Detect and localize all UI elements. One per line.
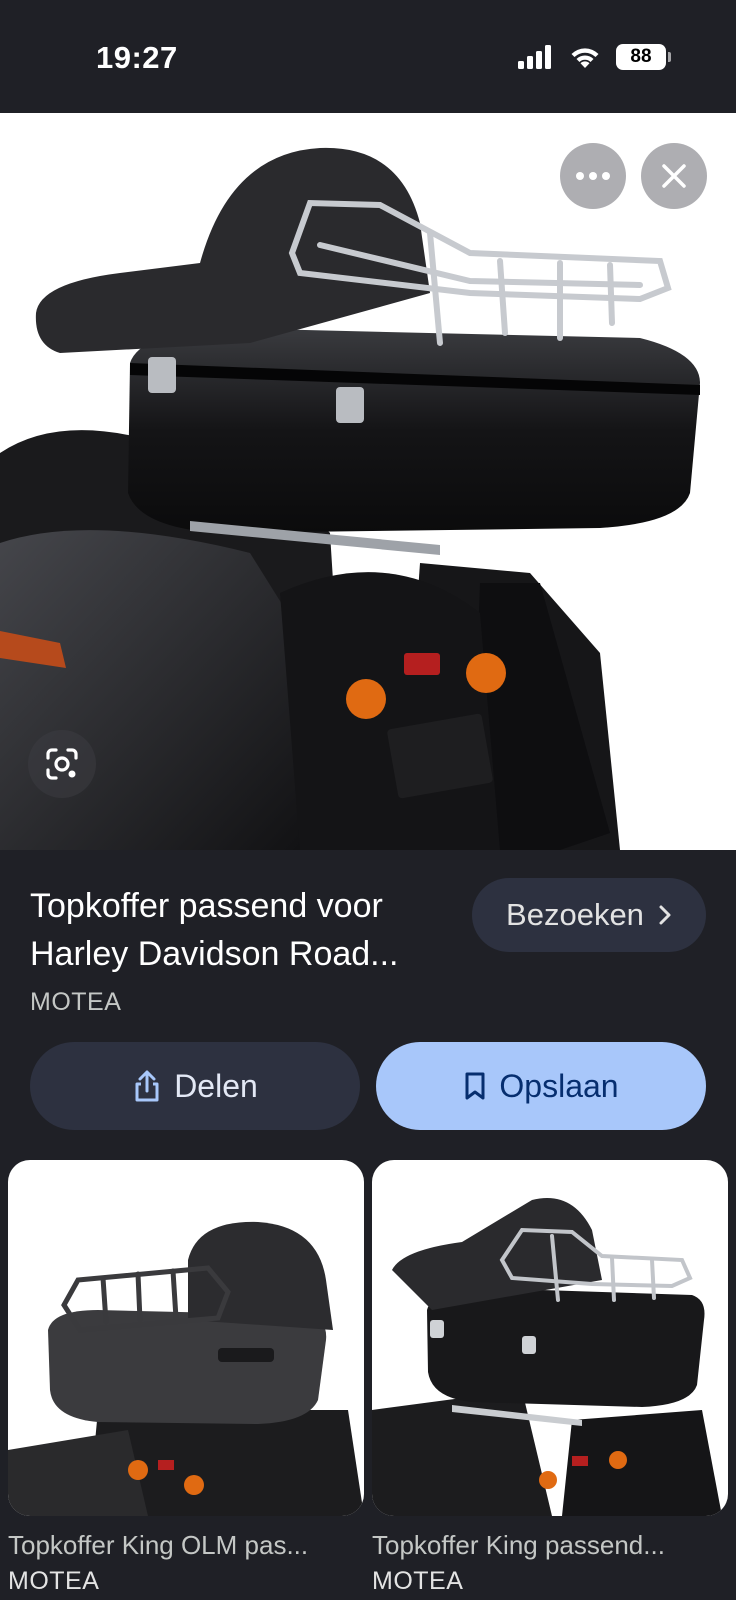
- top-case-gloss-photo: [372, 1198, 722, 1516]
- related-source: MOTEA: [372, 1567, 464, 1595]
- close-button[interactable]: [641, 143, 707, 209]
- related-thumbnail[interactable]: [8, 1160, 364, 1516]
- result-source: MOTEA: [30, 988, 122, 1016]
- related-title[interactable]: Topkoffer King OLM pas...: [8, 1530, 364, 1561]
- result-title[interactable]: Topkoffer passend voor Harley Davidson R…: [30, 882, 460, 978]
- related-results: Topkoffer King OLM pas... MOTEA Topkoffe…: [0, 1160, 736, 1600]
- related-title[interactable]: Topkoffer King passend...: [372, 1530, 728, 1561]
- share-label: Delen: [174, 1067, 258, 1104]
- status-icons: 88: [518, 44, 671, 70]
- status-bar: 19:27 88: [0, 0, 736, 113]
- status-time: 19:27: [96, 40, 178, 75]
- top-case-matte-photo: [8, 1221, 364, 1516]
- main-image[interactable]: [0, 113, 736, 850]
- save-button[interactable]: Opslaan: [376, 1042, 706, 1130]
- wifi-icon: [571, 48, 599, 68]
- related-card[interactable]: Topkoffer King passend... MOTEA: [372, 1160, 728, 1596]
- chevron-right-icon: [659, 905, 671, 925]
- more-options-button[interactable]: [560, 143, 626, 209]
- result-info: Topkoffer passend voor Harley Davidson R…: [0, 850, 736, 1160]
- battery-icon: 88: [616, 44, 671, 70]
- share-button[interactable]: Delen: [30, 1042, 360, 1130]
- signal-icon: [518, 45, 551, 69]
- share-icon: [135, 1070, 159, 1102]
- related-source: MOTEA: [8, 1567, 100, 1595]
- visit-button[interactable]: Bezoeken: [472, 878, 706, 952]
- more-icon: [576, 172, 610, 180]
- google-lens-icon: [46, 748, 78, 780]
- google-lens-button[interactable]: [28, 730, 96, 798]
- bookmark-icon: [465, 1072, 485, 1100]
- close-icon: [662, 164, 686, 188]
- save-label: Opslaan: [499, 1067, 619, 1104]
- visit-label: Bezoeken: [506, 897, 644, 932]
- related-thumbnail[interactable]: [372, 1160, 728, 1516]
- related-card[interactable]: Topkoffer King OLM pas... MOTEA: [8, 1160, 364, 1596]
- motorcycle-top-case-photo: [0, 147, 700, 850]
- battery-level: 88: [630, 46, 652, 67]
